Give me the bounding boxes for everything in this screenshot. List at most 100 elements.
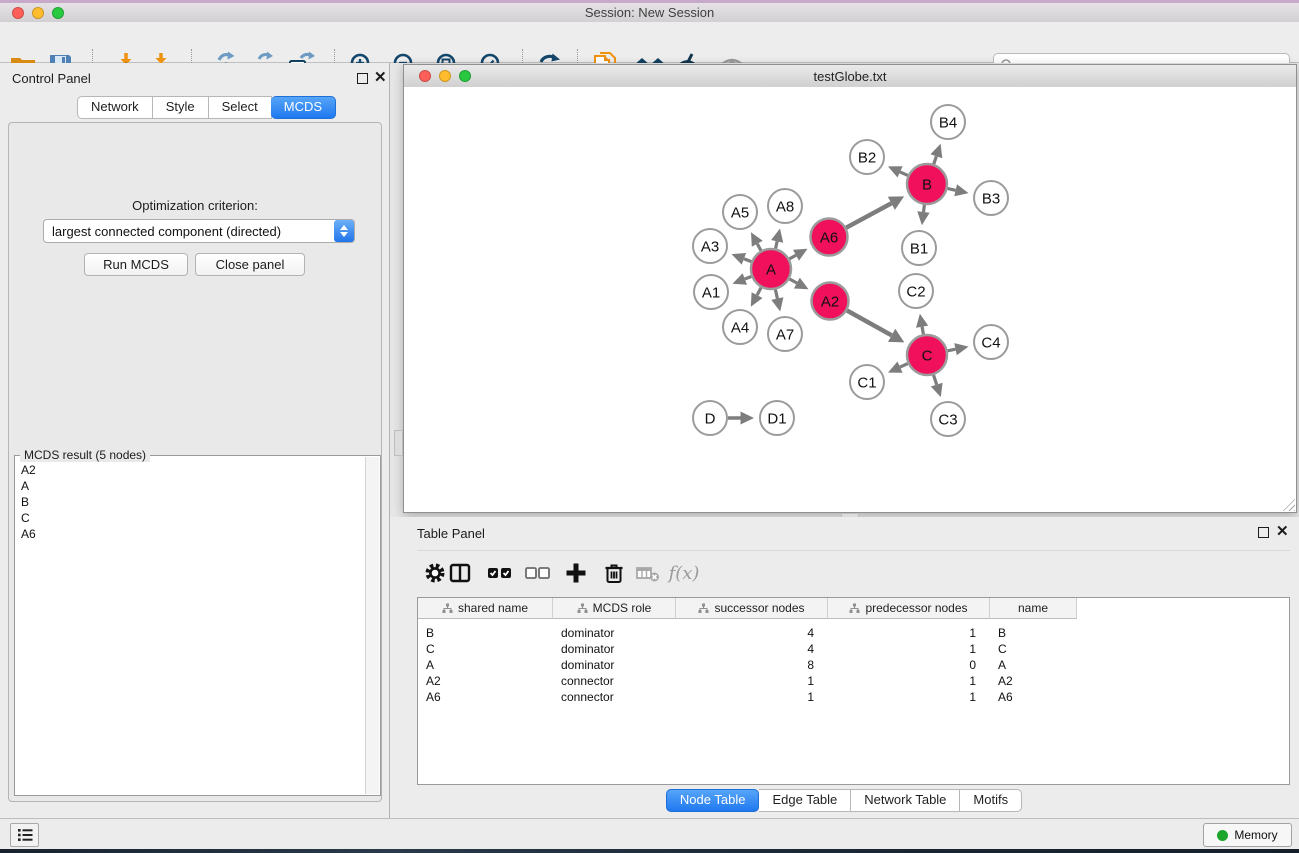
tab-motifs[interactable]: Motifs	[960, 789, 1022, 812]
table-row[interactable]: Bdominator41B	[418, 625, 1077, 641]
optimization-criterion-label: Optimization criterion:	[8, 198, 382, 213]
close-panel-button[interactable]: Close panel	[195, 253, 305, 276]
table-toolbar-divider	[417, 550, 1290, 551]
tab-mcds[interactable]: MCDS	[271, 96, 336, 119]
graph-node-label: A5	[731, 205, 749, 222]
graph-edge[interactable]	[775, 290, 777, 299]
graph-edge[interactable]	[744, 259, 752, 262]
table-cell: 4	[676, 625, 828, 641]
control-panel-title: Control Panel	[12, 71, 91, 86]
graph-node-label: A6	[820, 230, 838, 247]
graph-edge[interactable]	[900, 364, 908, 368]
run-mcds-button[interactable]: Run MCDS	[84, 253, 188, 276]
mcds-result-item[interactable]: C	[21, 510, 365, 526]
main-toolbar	[0, 22, 1299, 63]
list-icon	[17, 828, 33, 842]
tab-style[interactable]: Style	[153, 96, 209, 119]
column-view-icon[interactable]	[446, 559, 474, 587]
tab-network[interactable]: Network	[77, 96, 153, 119]
table-cell: dominator	[553, 641, 676, 657]
column-header-shared-name[interactable]: shared name	[418, 598, 553, 619]
graph-node-label: C3	[938, 412, 957, 429]
control-panel-tabs: NetworkStyleSelectMCDS	[77, 96, 336, 119]
mcds-list-scrollbar[interactable]	[365, 457, 379, 794]
task-history-button[interactable]	[10, 823, 39, 847]
table-row[interactable]: A6connector11A6	[418, 689, 1077, 705]
table-row[interactable]: Adominator80A	[418, 657, 1077, 673]
panel-splitter-grip[interactable]	[394, 430, 403, 456]
graph-edge[interactable]	[757, 288, 761, 296]
network-zoom-traffic-light[interactable]	[459, 70, 471, 82]
graph-edge[interactable]	[934, 156, 937, 164]
graph-edge[interactable]	[846, 203, 891, 227]
delete-table-icon[interactable]	[634, 559, 662, 587]
float-panel-icon[interactable]	[357, 73, 368, 84]
graph-edge[interactable]	[948, 189, 956, 191]
network-window-titlebar[interactable]: testGlobe.txt	[404, 65, 1296, 88]
table-cell: C	[990, 641, 1077, 657]
zoom-traffic-light[interactable]	[52, 7, 64, 19]
column-header-predecessor-nodes[interactable]: predecessor nodes	[828, 598, 990, 619]
close-traffic-light[interactable]	[12, 7, 24, 19]
graph-edge[interactable]	[948, 349, 956, 351]
settings-gear-icon[interactable]	[421, 559, 449, 587]
graph-edge[interactable]	[924, 205, 925, 212]
mcds-result-item[interactable]: A2	[21, 462, 365, 478]
select-all-columns-icon[interactable]	[486, 559, 514, 587]
graph-edge[interactable]	[757, 244, 761, 251]
application-window: Session: New Session	[0, 0, 1299, 853]
mcds-result-group: MCDS result (5 nodes) A2ABCA6	[14, 455, 381, 796]
table-cell: 8	[676, 657, 828, 673]
graph-node-label: C	[922, 348, 933, 365]
minimize-traffic-light[interactable]	[32, 7, 44, 19]
column-header-name[interactable]: name	[990, 598, 1077, 619]
optimization-criterion-select[interactable]: largest connected component (directed)	[43, 219, 355, 243]
graph-edge-arrow	[917, 211, 929, 225]
graph-edge[interactable]	[900, 172, 908, 176]
graph-edge[interactable]	[790, 279, 797, 283]
graph-edge[interactable]	[922, 327, 923, 335]
graph-node-label: A1	[702, 285, 720, 302]
table-row[interactable]: Cdominator41C	[418, 641, 1077, 657]
tab-select[interactable]: Select	[209, 96, 272, 119]
column-header-successor-nodes[interactable]: successor nodes	[676, 598, 828, 619]
tab-network-table[interactable]: Network Table	[851, 789, 960, 812]
tab-node-table[interactable]: Node Table	[666, 789, 760, 812]
graph-edge[interactable]	[776, 241, 778, 248]
column-header-MCDS-role[interactable]: MCDS role	[553, 598, 676, 619]
graph-edge-arrow	[741, 412, 755, 425]
table-close-panel-icon[interactable]: ✕	[1276, 526, 1289, 537]
mcds-result-item[interactable]: B	[21, 494, 365, 510]
add-column-icon[interactable]	[562, 559, 590, 587]
column-type-icon	[698, 603, 709, 614]
graph-node-label: C2	[906, 284, 925, 301]
graph-node-label: B1	[910, 241, 928, 258]
desktop-bottom-strip	[0, 849, 1299, 853]
table-cell: dominator	[553, 657, 676, 673]
network-canvas[interactable]: AA1A2A3A4A5A6A7A8BB1B2B3B4CC1C2C3C4DD1	[404, 87, 1296, 512]
network-minimize-traffic-light[interactable]	[439, 70, 451, 82]
tab-edge-table[interactable]: Edge Table	[759, 789, 851, 812]
column-type-icon	[849, 603, 860, 614]
graph-edge[interactable]	[745, 277, 752, 280]
table-cell: C	[418, 641, 553, 657]
delete-column-icon[interactable]	[600, 559, 628, 587]
table-float-panel-icon[interactable]	[1258, 527, 1269, 538]
selected-option: largest connected component (directed)	[44, 224, 334, 239]
mcds-result-list[interactable]: A2ABCA6	[16, 458, 365, 794]
graph-edge[interactable]	[847, 311, 892, 336]
close-panel-icon[interactable]: ✕	[374, 72, 387, 83]
unselect-all-columns-icon[interactable]	[524, 559, 552, 587]
network-close-traffic-light[interactable]	[419, 70, 431, 82]
memory-button[interactable]: Memory	[1203, 823, 1292, 847]
graph-node-label: D1	[767, 411, 786, 428]
mcds-result-item[interactable]: A	[21, 478, 365, 494]
graph-edge[interactable]	[934, 375, 937, 385]
node-table[interactable]: shared nameMCDS rolesuccessor nodesprede…	[417, 597, 1290, 785]
mcds-result-item[interactable]: A6	[21, 526, 365, 542]
graph-edge[interactable]	[789, 255, 796, 259]
titlebar[interactable]: Session: New Session	[0, 3, 1299, 22]
function-builder-icon[interactable]: f(x)	[666, 559, 702, 587]
table-cell: connector	[553, 673, 676, 689]
table-row[interactable]: A2connector11A2	[418, 673, 1077, 689]
